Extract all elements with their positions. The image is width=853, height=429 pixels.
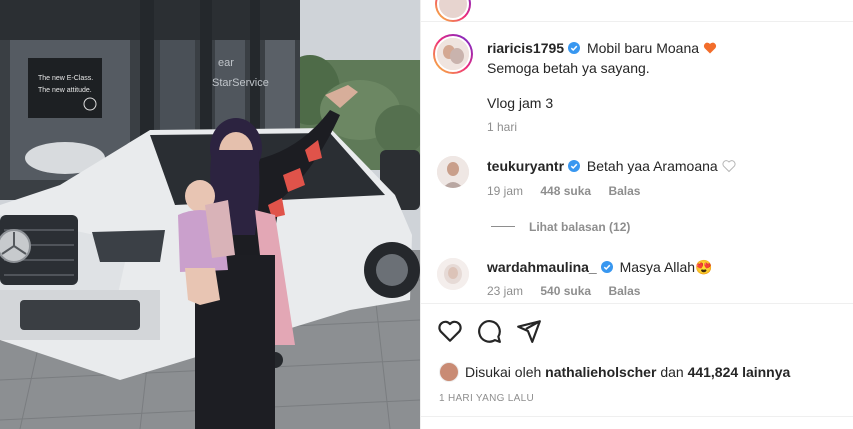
- like-heart-icon[interactable]: [437, 318, 463, 344]
- view-replies-button[interactable]: Lihat balasan (12): [491, 220, 630, 234]
- author-avatar[interactable]: [433, 34, 473, 74]
- replies-dash: [491, 226, 515, 227]
- comment-avatar-wardahmaulina[interactable]: [437, 258, 469, 290]
- post-photo[interactable]: The new E-Class. The new attitude. ear S…: [0, 0, 420, 429]
- orange-heart-icon: [703, 42, 717, 54]
- store-sign-line1: ear: [218, 57, 234, 69]
- view-replies-label: Lihat balasan (12): [529, 220, 631, 234]
- likes-count[interactable]: 441,824: [688, 364, 739, 380]
- white-heart-emoji-icon: [722, 160, 736, 173]
- post-date[interactable]: 1 HARI YANG LALU: [439, 393, 534, 404]
- comment-1-reply-button[interactable]: Balas: [608, 184, 640, 198]
- comment-1-username[interactable]: teukuryantr: [487, 158, 564, 174]
- verified-icon: [600, 261, 613, 273]
- header-strip: [421, 0, 853, 22]
- comments-panel: riaricis1795 Mobil baru Moana Semoga bet…: [421, 0, 853, 429]
- author-username[interactable]: riaricis1795: [487, 40, 564, 56]
- comment-2: wardahmaulina_ Masya Allah😍: [487, 258, 713, 276]
- likes-middle: dan: [660, 364, 684, 380]
- bottom-divider: [421, 416, 853, 417]
- comment-2-likes[interactable]: 540 suka: [540, 284, 591, 298]
- comment-1-time: 19 jam: [487, 184, 524, 198]
- heart-eyes-emoji-icon: 😍: [695, 259, 713, 275]
- likes-summary[interactable]: Disukai oleh nathalieholscher dan 441,82…: [439, 362, 790, 382]
- sign-text-a: The new E-Class.: [38, 75, 93, 82]
- comment-1-likes[interactable]: 448 suka: [540, 184, 591, 198]
- verified-icon: [568, 42, 581, 54]
- photo-illustration: The new E-Class. The new attitude. ear S…: [0, 0, 420, 429]
- liker-username[interactable]: nathalieholscher: [545, 364, 656, 380]
- comment-icon[interactable]: [476, 318, 502, 344]
- share-icon[interactable]: [516, 318, 542, 344]
- comment-2-username[interactable]: wardahmaulina_: [487, 259, 597, 275]
- header-avatar[interactable]: [435, 0, 471, 22]
- comment-1-meta: 19 jam 448 suka Balas: [487, 184, 654, 198]
- comment-2-meta: 23 jam 540 suka Balas: [487, 284, 654, 298]
- sign-text-b: The new attitude.: [38, 87, 92, 94]
- store-sign-line2: StarService: [212, 77, 269, 89]
- comment-2-text: Masya Allah: [619, 259, 696, 275]
- comment-2-time: 23 jam: [487, 284, 524, 298]
- caption-line-1: riaricis1795 Mobil baru Moana: [487, 39, 717, 57]
- likes-prefix: Disukai oleh: [465, 364, 542, 380]
- caption-line-3: Vlog jam 3: [487, 95, 554, 111]
- verified-icon: [568, 160, 581, 172]
- comment-2-reply-button[interactable]: Balas: [608, 284, 640, 298]
- caption-time: 1 hari: [487, 120, 518, 134]
- caption-line-2: Semoga betah ya sayang.: [487, 60, 650, 76]
- caption-text-1: Mobil baru Moana: [586, 40, 700, 56]
- actions-divider: [421, 303, 853, 304]
- comment-1: teukuryantr Betah yaa Aramoana: [487, 157, 736, 175]
- liker-avatar: [439, 362, 459, 382]
- likes-suffix[interactable]: lainnya: [742, 364, 790, 380]
- comment-avatar-teukuryantr[interactable]: [437, 156, 469, 188]
- comment-1-text: Betah yaa Aramoana: [586, 158, 718, 174]
